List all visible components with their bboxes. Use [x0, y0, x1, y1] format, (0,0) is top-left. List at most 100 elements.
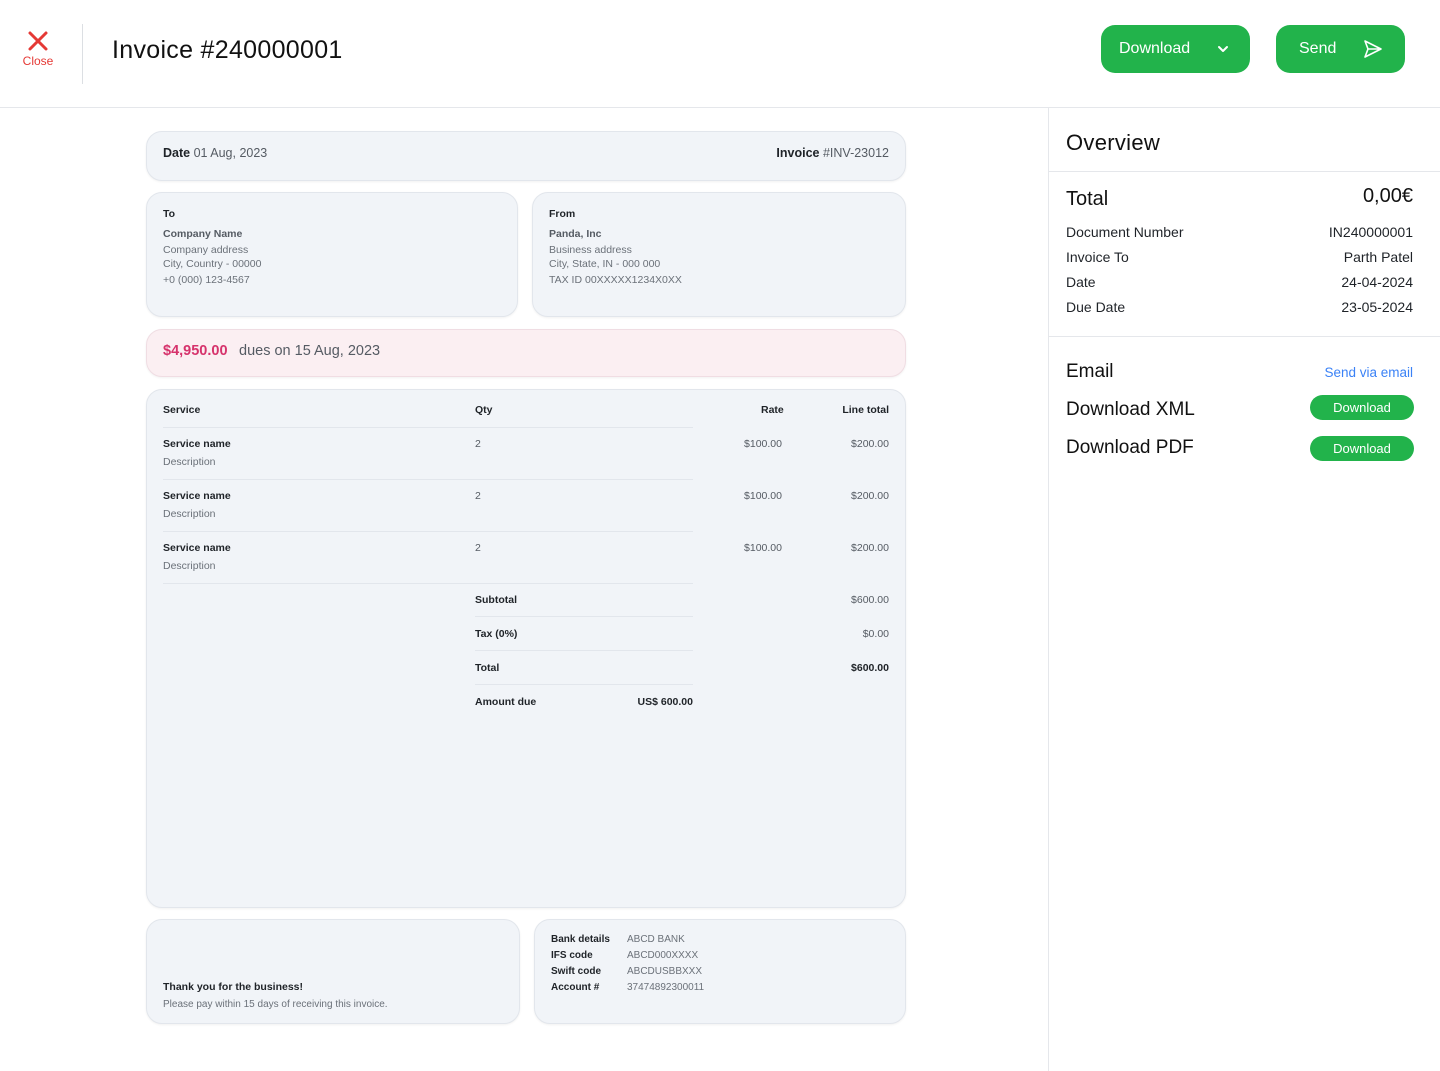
close-icon — [28, 31, 48, 51]
total-label: Total — [475, 662, 500, 674]
col-header-qty: Qty — [475, 404, 493, 416]
overview-title: Overview — [1066, 130, 1161, 155]
overview-divider — [1049, 171, 1440, 172]
bank-details-label: Bank details — [551, 934, 610, 945]
download-dropdown-button[interactable]: Download — [1101, 25, 1250, 73]
overview-divider — [1049, 336, 1440, 337]
thank-you-card: Thank you for the business! Please pay w… — [146, 919, 520, 1024]
to-phone: +0 (000) 123-4567 — [163, 274, 250, 286]
close-label: Close — [22, 54, 54, 68]
from-tax-id: TAX ID 00XXXXX1234X0XX — [549, 274, 682, 286]
row-1-line-total: $200.00 — [851, 438, 889, 450]
to-title: To — [163, 208, 176, 220]
from-name: Panda, Inc — [549, 228, 602, 240]
row-3-service-name: Service name — [163, 542, 231, 554]
swift-code-value: ABCDUSBBXXX — [627, 966, 703, 977]
tax-label: Tax (0%) — [475, 628, 518, 640]
overview-total-label: Total — [1066, 188, 1109, 210]
subtotal-value: $600.00 — [851, 594, 889, 606]
send-button[interactable]: Send — [1276, 25, 1405, 73]
header-divider — [82, 24, 83, 84]
row-divider — [163, 531, 693, 532]
summary-divider — [475, 650, 693, 651]
download-button-label: Download — [1119, 40, 1191, 57]
invoice-label: Invoice — [776, 146, 820, 160]
ifs-code-value: ABCD000XXXX — [627, 950, 699, 961]
from-title: From — [549, 208, 576, 220]
invoice-value: #INV-23012 — [822, 146, 889, 160]
date-field-label: Date — [1066, 274, 1096, 290]
invoice-date: Date 01 Aug, 2023 — [163, 146, 267, 160]
document-number-label: Document Number — [1066, 224, 1184, 240]
amount-due-label: Amount due — [475, 696, 537, 708]
invoice-to-value: Parth Patel — [1343, 249, 1413, 265]
email-label: Email — [1066, 361, 1114, 382]
top-bar: Close Invoice #240000001 Download Send — [0, 0, 1440, 108]
date-field-value: 24-04-2024 — [1341, 274, 1413, 290]
row-3-line-total: $200.00 — [851, 542, 889, 554]
to-address: Company address — [163, 244, 249, 256]
overview-panel: Overview Total 0,00€ Document Number IN2… — [1048, 108, 1440, 1071]
due-text: dues on 15 Aug, 2023 — [239, 343, 381, 359]
thanks-title: Thank you for the business! — [163, 981, 304, 993]
col-header-line-total: Line total — [842, 404, 889, 416]
swift-code-label: Swift code — [551, 966, 602, 977]
due-date-label: Due Date — [1066, 299, 1126, 315]
bill-from-card: From Panda, Inc Business address City, S… — [532, 192, 906, 317]
row-1-service-name: Service name — [163, 438, 231, 450]
document-number-value: IN240000001 — [1328, 224, 1413, 240]
account-number-value: 37474892300011 — [627, 982, 705, 993]
download-xml-button[interactable]: Download — [1310, 395, 1414, 420]
row-2-line-total: $200.00 — [851, 490, 889, 502]
row-divider — [163, 583, 693, 584]
from-address: Business address — [549, 244, 632, 256]
row-2-service-name: Service name — [163, 490, 231, 502]
date-label: Date — [163, 146, 191, 160]
invoice-number: Invoice #INV-23012 — [776, 146, 889, 160]
to-name: Company Name — [163, 228, 243, 240]
from-city: City, State, IN - 000 000 — [549, 258, 661, 270]
col-header-service: Service — [163, 404, 201, 416]
ifs-code-label: IFS code — [551, 950, 593, 961]
invoice-to-label: Invoice To — [1066, 249, 1129, 265]
tax-value: $0.00 — [862, 628, 889, 640]
row-1-description: Description — [163, 456, 216, 468]
due-amount: $4,950.00 — [163, 343, 228, 359]
invoice-date-bar: Date 01 Aug, 2023 Invoice #INV-23012 — [146, 131, 906, 181]
page-title: Invoice #240000001 — [112, 36, 343, 64]
summary-divider — [475, 616, 693, 617]
row-divider — [163, 479, 693, 480]
total-value: $600.00 — [851, 662, 889, 674]
chevron-down-icon — [1218, 46, 1228, 52]
amount-due-banner: $4,950.00 dues on 15 Aug, 2023 — [146, 329, 906, 377]
due-date-value: 23-05-2024 — [1341, 299, 1413, 315]
account-number-label: Account # — [551, 982, 600, 993]
row-2-rate: $100.00 — [744, 490, 782, 502]
overview-total-value: 0,00€ — [1362, 185, 1413, 207]
row-2-description: Description — [163, 508, 216, 520]
send-via-email-link[interactable]: Send via email — [1324, 365, 1413, 380]
date-value: 01 Aug, 2023 — [193, 146, 268, 160]
row-3-qty: 2 — [475, 542, 481, 554]
send-icon — [1364, 40, 1382, 58]
subtotal-label: Subtotal — [475, 594, 517, 606]
col-header-rate: Rate — [761, 404, 784, 416]
bill-to-card: To Company Name Company address City, Co… — [146, 192, 518, 317]
download-pdf-button[interactable]: Download — [1310, 436, 1414, 461]
row-1-rate: $100.00 — [744, 438, 782, 450]
line-items-table: Service Qty Rate Line total Service name… — [146, 389, 906, 908]
row-3-rate: $100.00 — [744, 542, 782, 554]
row-1-qty: 2 — [475, 438, 481, 450]
bank-details-card: Bank details ABCD BANK IFS code ABCD000X… — [534, 919, 906, 1024]
send-button-label: Send — [1299, 40, 1337, 57]
thanks-subtitle: Please pay within 15 days of receiving t… — [163, 999, 388, 1010]
row-3-description: Description — [163, 560, 216, 572]
download-xml-label: Download XML — [1066, 399, 1195, 420]
row-divider — [163, 427, 693, 428]
download-pdf-label: Download PDF — [1066, 437, 1194, 458]
amount-due-value: US$ 600.00 — [637, 696, 693, 708]
close-button[interactable]: Close — [18, 30, 58, 74]
summary-divider — [475, 684, 693, 685]
bank-details-value: ABCD BANK — [627, 934, 685, 945]
row-2-qty: 2 — [475, 490, 481, 502]
